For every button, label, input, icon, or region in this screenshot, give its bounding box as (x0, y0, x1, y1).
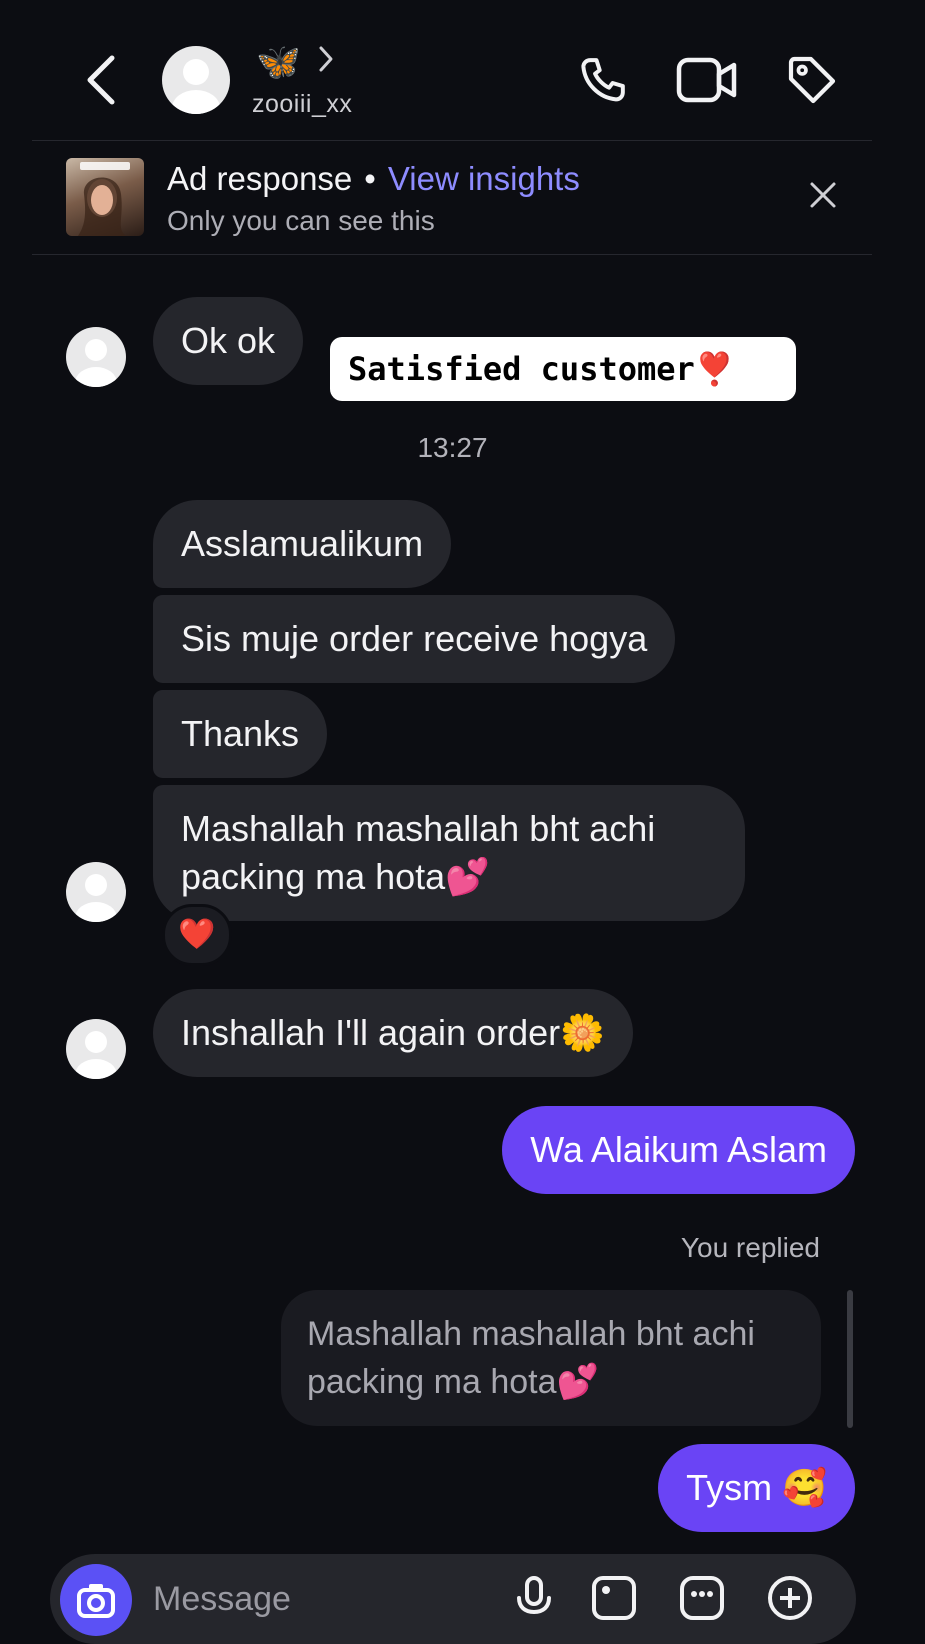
sender-avatar[interactable] (66, 862, 126, 922)
message-bubble[interactable]: Ok ok (153, 297, 304, 385)
quoted-line: packing ma hota💕 (307, 1363, 599, 1401)
reply-indicator-bar (847, 1290, 853, 1428)
message-timestamp: 13:27 (417, 432, 488, 463)
message-bubble[interactable]: Asslamualikum (153, 500, 452, 588)
message-bubble[interactable]: Inshallah I'll again order🌼 (153, 989, 633, 1077)
quoted-line: Mashallah mashallah bht achi (307, 1315, 755, 1353)
satisfied-customer-sticker: Satisfied customer❣️ (330, 337, 796, 401)
separator-dot: • (364, 160, 376, 197)
contact-avatar[interactable] (162, 46, 230, 114)
phone-icon[interactable] (575, 52, 631, 108)
ad-subtitle: Only you can see this (167, 205, 435, 236)
back-button[interactable] (82, 52, 122, 108)
sticker-icon[interactable] (678, 1574, 726, 1622)
message-bubble[interactable]: Mashallah mashallah bht achi packing ma … (153, 785, 745, 921)
message-line: Mashallah mashallah bht achi (181, 808, 656, 849)
butterfly-emoji: 🦋 (256, 41, 301, 82)
message-bubble[interactable]: Thanks (153, 690, 328, 778)
sender-avatar[interactable] (66, 327, 126, 387)
heart-reaction[interactable]: ❤️ (162, 904, 232, 966)
message-line: packing ma hota💕 (181, 856, 490, 897)
ad-response-title: Ad response • View insights (167, 160, 580, 198)
tag-icon[interactable] (784, 52, 840, 108)
outgoing-message-bubble[interactable]: Tysm 🥰 (658, 1444, 855, 1532)
quoted-message[interactable]: Mashallah mashallah bht achi packing ma … (281, 1290, 821, 1426)
chevron-right-icon[interactable] (316, 44, 336, 74)
view-insights-link[interactable]: View insights (388, 160, 580, 197)
you-replied-label: You replied (680, 1232, 820, 1263)
header-divider (32, 140, 872, 141)
microphone-icon[interactable] (510, 1574, 558, 1622)
camera-button[interactable] (60, 1564, 132, 1636)
message-bubble[interactable]: Sis muje order receive hogya (153, 595, 676, 683)
video-call-icon[interactable] (676, 54, 738, 106)
sender-avatar[interactable] (66, 1019, 126, 1079)
contact-username[interactable]: zooiii_xx (252, 90, 352, 119)
outgoing-message-bubble[interactable]: Wa Alaikum Aslam (502, 1106, 855, 1194)
ad-thumbnail[interactable] (66, 158, 144, 236)
banner-divider (32, 254, 872, 255)
close-icon[interactable] (806, 178, 840, 212)
add-icon[interactable] (766, 1574, 814, 1622)
ad-response-label: Ad response (167, 160, 353, 197)
gallery-icon[interactable] (590, 1574, 638, 1622)
